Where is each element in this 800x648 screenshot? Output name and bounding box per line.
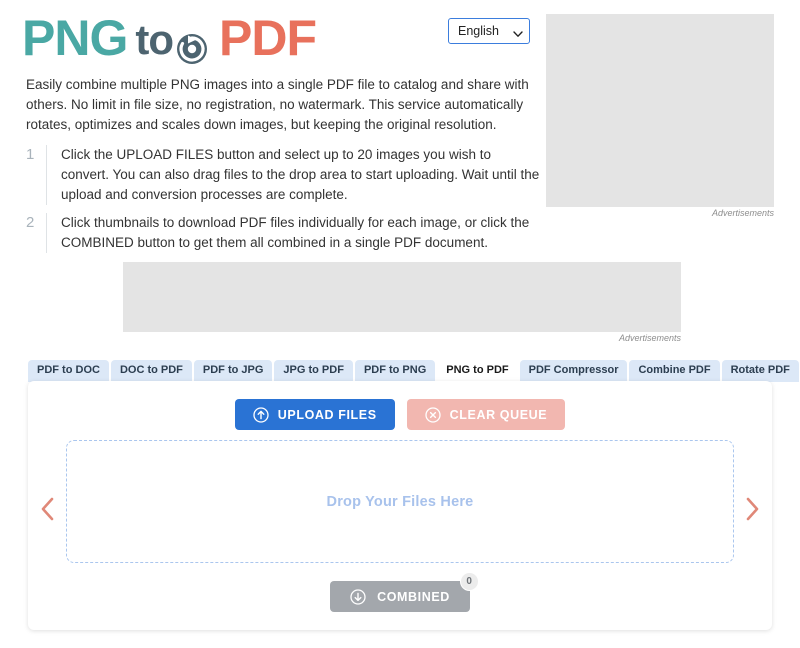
advertisement-banner-label: Advertisements [618, 333, 681, 343]
step-number: 2 [26, 214, 35, 231]
prev-page-arrow[interactable] [37, 494, 59, 524]
tool-tabs: PDF to DOC DOC to PDF PDF to JPG JPG to … [28, 360, 799, 382]
file-dropzone[interactable]: Drop Your Files Here [66, 440, 734, 563]
converter-panel: UPLOAD FILES CLEAR QUEUE Drop Your Files… [28, 381, 772, 630]
step-text: Click the UPLOAD FILES button and select… [46, 145, 540, 205]
language-select[interactable]: English [448, 18, 530, 44]
logo-text-png: PNG [22, 10, 128, 66]
upload-files-button[interactable]: UPLOAD FILES [234, 399, 395, 430]
language-select-value: English [458, 24, 499, 38]
page-description: Easily combine multiple PNG images into … [26, 77, 529, 132]
tab-jpg-to-pdf[interactable]: JPG to PDF [274, 360, 353, 382]
combined-label: COMBINED [377, 589, 450, 604]
clear-queue-button[interactable]: CLEAR QUEUE [406, 399, 566, 430]
clear-queue-label: CLEAR QUEUE [449, 407, 548, 422]
instruction-steps: 1 Click the UPLOAD FILES button and sele… [26, 145, 540, 261]
dropzone-label: Drop Your Files Here [326, 493, 474, 510]
tab-pdf-to-png[interactable]: PDF to PNG [354, 360, 436, 382]
logo-text-to: to [135, 16, 174, 63]
combined-action-bar: COMBINED 0 [28, 572, 772, 612]
close-circle-icon [424, 406, 441, 423]
tab-pdf-to-doc[interactable]: PDF to DOC [28, 360, 109, 382]
logo-text-pdf: PDF [219, 10, 317, 66]
combined-download-button[interactable]: COMBINED 0 [330, 572, 479, 612]
chevron-down-icon [513, 26, 523, 37]
instruction-step: 1 Click the UPLOAD FILES button and sele… [26, 145, 540, 205]
next-page-arrow[interactable] [741, 494, 763, 524]
circular-convert-icon [175, 24, 209, 64]
panel-action-bar: UPLOAD FILES CLEAR QUEUE [28, 399, 772, 430]
site-header: PNG to PDF English Advertisements Easily… [0, 0, 800, 350]
site-logo[interactable]: PNG to PDF [22, 10, 317, 66]
advertisement-right-label: Advertisements [711, 208, 774, 218]
instruction-step: 2 Click thumbnails to download PDF files… [26, 213, 540, 253]
tab-combine-pdf[interactable]: Combine PDF [629, 360, 720, 382]
step-text: Click thumbnails to download PDF files i… [46, 213, 540, 253]
tab-rotate-pdf[interactable]: Rotate PDF [721, 360, 799, 382]
step-number: 1 [26, 146, 35, 163]
tab-pdf-to-jpg[interactable]: PDF to JPG [193, 360, 273, 382]
advertisement-banner-block [123, 262, 681, 332]
combined-count-badge: 0 [459, 572, 479, 591]
page-root: PNG to PDF English Advertisements Easily… [0, 0, 800, 648]
tab-pdf-compressor[interactable]: PDF Compressor [519, 360, 628, 382]
upload-arrow-circle-icon [253, 406, 269, 423]
upload-files-label: UPLOAD FILES [277, 407, 377, 422]
tab-png-to-pdf[interactable]: PNG to PDF [437, 360, 518, 382]
download-circle-icon [350, 588, 366, 605]
tab-doc-to-pdf[interactable]: DOC to PDF [110, 360, 192, 382]
advertisement-right-block [546, 14, 774, 207]
